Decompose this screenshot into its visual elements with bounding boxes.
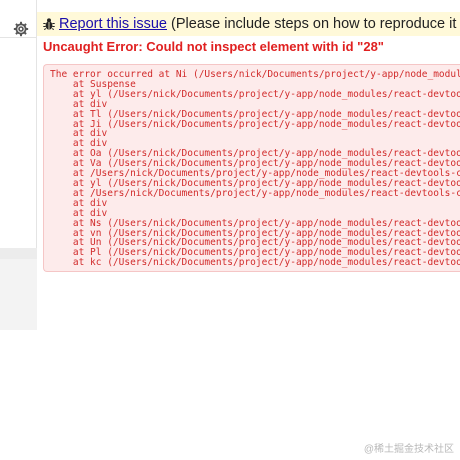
stack-line: at Ns (/Users/nick/Documents/project/y-a… xyxy=(72,217,460,229)
error-stack-trace: The error occurred at Ni (/Users/nick/Do… xyxy=(44,65,460,268)
stack-line: at yl (/Users/nick/Documents/project/y-a… xyxy=(72,88,460,100)
bug-icon xyxy=(43,18,55,31)
gear-icon[interactable] xyxy=(13,21,29,37)
report-note: (Please include steps on how to reproduc… xyxy=(171,16,460,32)
error-stack-box: The error occurred at Ni (/Users/nick/Do… xyxy=(43,64,460,272)
watermark: @稀土掘金技术社区 xyxy=(363,444,454,455)
report-issue-banner: Report this issue (Please include steps … xyxy=(37,12,460,36)
stack-line: at Ji (/Users/nick/Documents/project/y-a… xyxy=(72,118,460,130)
tree-row-hover[interactable] xyxy=(0,259,37,330)
report-issue-link[interactable]: Report this issue xyxy=(59,16,167,32)
devtools-window: Report this issue (Please include steps … xyxy=(0,0,460,460)
left-toolbar xyxy=(0,0,37,38)
component-tree-panel xyxy=(0,38,37,330)
stack-line: at div xyxy=(50,128,108,140)
error-title: Uncaught Error: Could not inspect elemen… xyxy=(43,39,384,54)
stack-line: at div xyxy=(50,197,108,209)
stack-line: at kc (/Users/nick/Documents/project/y-a… xyxy=(72,257,460,269)
stack-line: at /Users/nick/Documents/project/y-app/n… xyxy=(72,187,460,199)
tree-row-selected[interactable] xyxy=(0,248,37,259)
